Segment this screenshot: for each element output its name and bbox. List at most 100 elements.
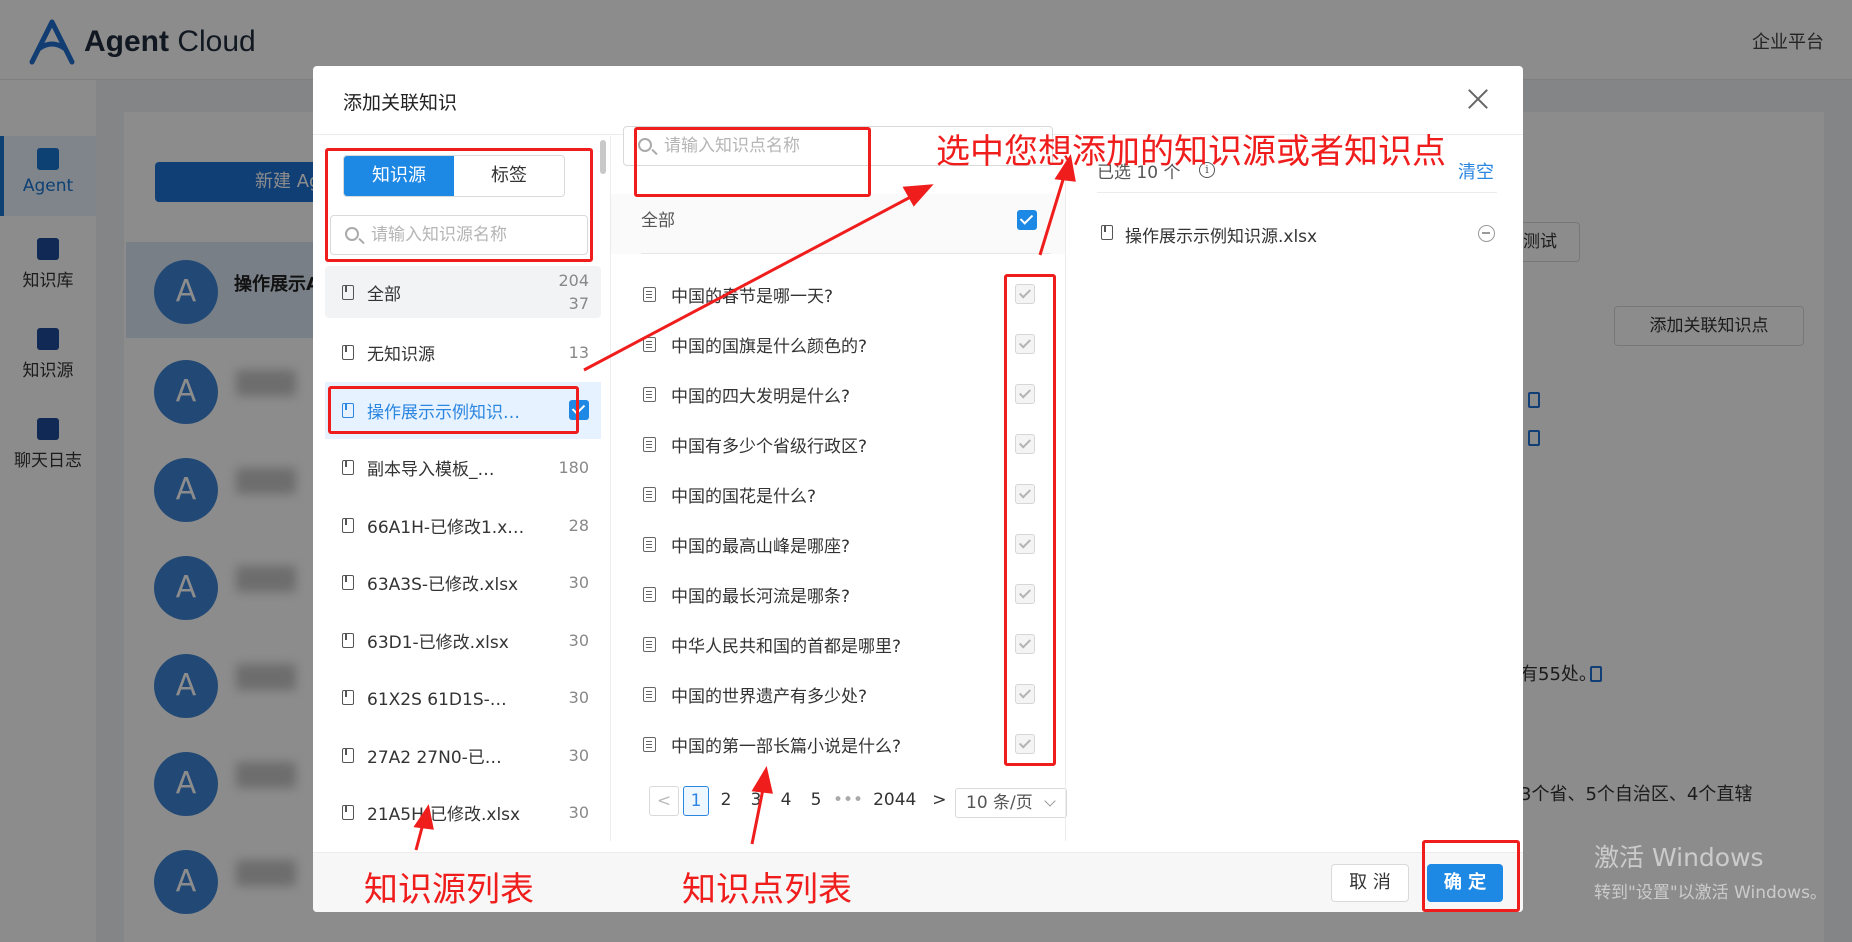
source-count: 30 xyxy=(568,688,589,708)
point-item[interactable]: 中国的四大发明是什么? xyxy=(641,369,1051,419)
point-text: 中国的春节是哪一天? xyxy=(671,286,834,307)
document-icon xyxy=(643,736,656,752)
source-item-all[interactable]: 全部 204 37 xyxy=(325,266,601,318)
close-icon[interactable] xyxy=(1467,88,1489,110)
cancel-button[interactable]: 取 消 xyxy=(1331,864,1409,902)
page-last[interactable]: 2044 xyxy=(873,786,916,816)
select-all-label: 全部 xyxy=(641,211,675,231)
page-5[interactable]: 5 xyxy=(803,786,829,816)
source-name: 副本导入模板_支持多种格式.xlsx xyxy=(367,460,495,481)
source-item[interactable]: 61X2S 61D1S-已修改.xlsx 30 xyxy=(325,669,601,727)
book-icon xyxy=(342,632,354,648)
point-text: 中国有多少个省级行政区? xyxy=(671,436,868,457)
annotation-box-point-search xyxy=(634,127,871,197)
source-name: 全部 xyxy=(367,284,401,305)
point-item[interactable]: 中国的第一部长篇小说是什么? xyxy=(641,719,1051,769)
document-icon xyxy=(643,586,656,602)
document-icon xyxy=(643,386,656,402)
source-name: 63A3S-已修改.xlsx xyxy=(367,575,519,596)
page-ellipsis[interactable]: ••• xyxy=(833,786,863,816)
point-list: 中国的春节是哪一天? 中国的国旗是什么颜色的? 中国的四大发明是什么? 中国有多… xyxy=(641,269,1051,769)
source-item[interactable]: 21A5H-已修改.xlsx 30 xyxy=(325,784,601,842)
point-item[interactable]: 中国的世界遗产有多少处? xyxy=(641,669,1051,719)
page-3[interactable]: 3 xyxy=(743,786,769,816)
source-name: 21A5H-已修改.xlsx xyxy=(367,805,521,826)
pagination: < 1 2 3 4 5 ••• 2044 > xyxy=(649,786,956,816)
source-item[interactable]: 66A1H-已修改1.xlsx 28 xyxy=(325,497,601,555)
source-count: 30 xyxy=(568,630,589,650)
document-icon xyxy=(643,686,656,702)
annotation-box-tabs-search xyxy=(325,148,593,262)
selected-item: 操作展示示例知识源.xlsx xyxy=(1097,220,1497,248)
point-item[interactable]: 中国的国旗是什么颜色的? xyxy=(641,319,1051,369)
source-name: 66A1H-已修改1.xlsx xyxy=(367,517,527,538)
point-text: 中国的国花是什么? xyxy=(671,486,817,507)
book-icon xyxy=(342,690,354,706)
point-item[interactable]: 中国的最高山峰是哪座? xyxy=(641,519,1051,569)
source-count: 30 xyxy=(568,803,589,823)
annotation-box-confirm xyxy=(1422,840,1520,912)
source-list: 全部 20437 无知识源 13 操作展示示例知识源.xlsx 副本导入模板_支… xyxy=(325,266,601,842)
book-icon xyxy=(342,805,354,821)
page-size-select[interactable]: 10 条/页 xyxy=(955,788,1067,818)
page-1[interactable]: 1 xyxy=(683,786,709,816)
remove-icon[interactable] xyxy=(1478,225,1495,242)
book-icon xyxy=(1101,225,1113,240)
point-text: 中国的最高山峰是哪座? xyxy=(671,536,851,557)
point-item[interactable]: 中国的最长河流是哪条? xyxy=(641,569,1051,619)
document-icon xyxy=(643,636,656,652)
source-count: 204 37 xyxy=(558,269,589,315)
select-all-checkbox[interactable] xyxy=(1017,210,1037,230)
clear-button[interactable]: 清空 xyxy=(1458,158,1494,184)
point-text: 中国的四大发明是什么? xyxy=(671,386,851,407)
point-text: 中国的世界遗产有多少处? xyxy=(671,686,868,707)
scrollbar-thumb[interactable] xyxy=(600,140,606,174)
source-name: 63D1-已修改.xlsx xyxy=(367,632,509,653)
annotation-box-selected-source xyxy=(328,386,579,434)
windows-watermark: 激活 Windows 转到"设置"以激活 Windows。 xyxy=(1594,838,1827,903)
book-icon xyxy=(342,575,354,591)
divider xyxy=(1097,192,1497,193)
source-count: 13 xyxy=(568,343,589,363)
point-text: 中国的第一部长篇小说是什么? xyxy=(671,736,902,757)
source-item[interactable]: 27A2 27N0-已修改.xlsx 30 xyxy=(325,727,601,785)
annotation-point-list: 知识点列表 xyxy=(682,870,852,910)
page-4[interactable]: 4 xyxy=(773,786,799,816)
selected-item-name: 操作展示示例知识源.xlsx xyxy=(1125,227,1318,247)
source-count: 28 xyxy=(568,515,589,535)
column-divider xyxy=(1065,136,1066,841)
source-count: 30 xyxy=(568,745,589,765)
source-item[interactable]: 63D1-已修改.xlsx 30 xyxy=(325,612,601,670)
source-name: 61X2S 61D1S-已修改.xlsx xyxy=(367,690,507,711)
next-page-button[interactable]: > xyxy=(926,786,952,816)
point-item[interactable]: 中国的国花是什么? xyxy=(641,469,1051,519)
document-icon xyxy=(643,436,656,452)
source-count: 30 xyxy=(568,573,589,593)
annotation-box-checkboxes xyxy=(1004,274,1056,766)
document-icon xyxy=(643,486,656,502)
point-text: 中国的国旗是什么颜色的? xyxy=(671,336,868,357)
source-item[interactable]: 63A3S-已修改.xlsx 30 xyxy=(325,554,601,612)
watermark-line2: 转到"设置"以激活 Windows。 xyxy=(1594,883,1827,903)
annotation-select-hint: 选中您想添加的知识源或者知识点 xyxy=(936,132,1446,172)
source-name: 27A2 27N0-已修改.xlsx xyxy=(367,747,507,768)
point-item[interactable]: 中国的春节是哪一天? xyxy=(641,269,1051,319)
book-icon xyxy=(342,747,354,763)
source-item[interactable]: 副本导入模板_支持多种格式.xlsx 180 xyxy=(325,439,601,497)
count-primary: 204 xyxy=(558,271,589,290)
point-text: 中华人民共和国的首都是哪里? xyxy=(671,636,902,657)
source-item[interactable]: 无知识源 13 xyxy=(325,324,601,382)
document-icon xyxy=(643,536,656,552)
point-item[interactable]: 中华人民共和国的首都是哪里? xyxy=(641,619,1051,669)
watermark-line1: 激活 Windows xyxy=(1594,843,1764,872)
prev-page-button[interactable]: < xyxy=(649,786,679,816)
page-2[interactable]: 2 xyxy=(713,786,739,816)
point-item[interactable]: 中国有多少个省级行政区? xyxy=(641,419,1051,469)
document-icon xyxy=(643,336,656,352)
book-icon xyxy=(342,460,354,476)
divider xyxy=(641,253,1051,254)
source-name: 无知识源 xyxy=(367,345,435,366)
book-icon xyxy=(342,345,354,361)
modal-title: 添加关联知识 xyxy=(343,92,458,114)
book-icon xyxy=(342,517,354,533)
